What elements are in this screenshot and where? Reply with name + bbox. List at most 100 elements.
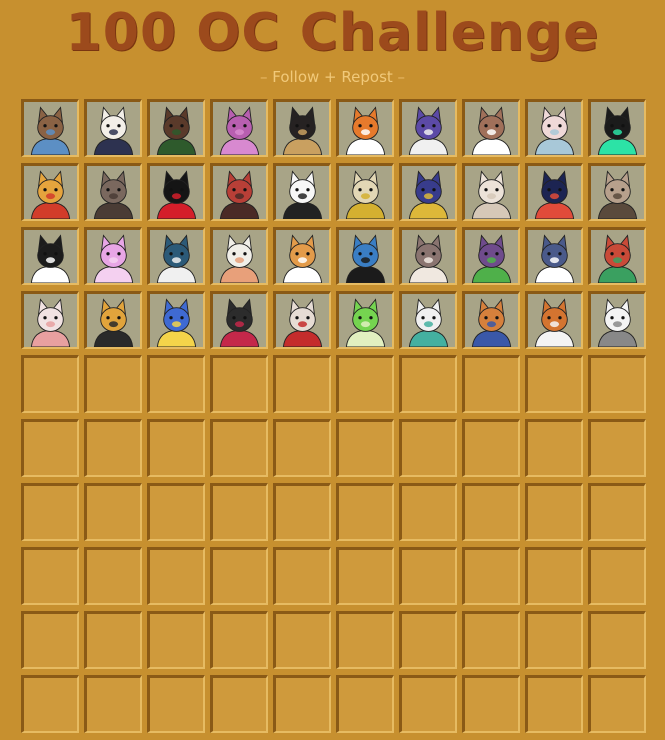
empty-slot xyxy=(210,483,268,541)
oc-portrait-10 xyxy=(588,99,646,157)
empty-slot xyxy=(147,419,205,477)
oc-portrait-8 xyxy=(462,99,520,157)
empty-slot xyxy=(21,675,79,733)
empty-slot xyxy=(336,483,394,541)
empty-slot xyxy=(525,611,583,669)
empty-slot xyxy=(21,611,79,669)
subtitle-text: Follow + Repost xyxy=(272,68,393,86)
character-portrait-icon xyxy=(345,298,386,347)
character-portrait-icon xyxy=(219,106,260,155)
character-portrait-icon xyxy=(471,170,512,219)
empty-slot xyxy=(21,547,79,605)
character-portrait-icon xyxy=(93,170,134,219)
empty-slot xyxy=(336,611,394,669)
oc-portrait-19 xyxy=(525,163,583,221)
oc-portrait-39 xyxy=(525,291,583,349)
oc-portrait-11 xyxy=(21,163,79,221)
oc-portrait-4 xyxy=(210,99,268,157)
oc-portrait-15 xyxy=(273,163,331,221)
oc-portrait-31 xyxy=(21,291,79,349)
empty-slot xyxy=(336,547,394,605)
oc-portrait-23 xyxy=(147,227,205,285)
oc-portrait-21 xyxy=(21,227,79,285)
empty-slot xyxy=(588,611,646,669)
character-portrait-icon xyxy=(93,298,134,347)
oc-portrait-9 xyxy=(525,99,583,157)
character-portrait-icon xyxy=(156,106,197,155)
oc-portrait-29 xyxy=(525,227,583,285)
oc-portrait-17 xyxy=(399,163,457,221)
empty-slot xyxy=(588,547,646,605)
empty-slot xyxy=(588,355,646,413)
character-portrait-icon xyxy=(408,234,449,283)
empty-slot xyxy=(525,675,583,733)
empty-slot xyxy=(210,419,268,477)
oc-portrait-35 xyxy=(273,291,331,349)
character-portrait-icon xyxy=(30,298,71,347)
empty-slot xyxy=(273,547,331,605)
empty-slot xyxy=(336,419,394,477)
page-subtitle: – Follow + Repost – xyxy=(259,68,406,86)
character-portrait-icon xyxy=(345,106,386,155)
character-portrait-icon xyxy=(93,106,134,155)
empty-slot xyxy=(336,675,394,733)
character-portrait-icon xyxy=(408,106,449,155)
character-portrait-icon xyxy=(282,106,323,155)
character-portrait-icon xyxy=(408,170,449,219)
empty-slot xyxy=(399,419,457,477)
oc-portrait-26 xyxy=(336,227,394,285)
empty-slot xyxy=(84,675,142,733)
oc-portrait-22 xyxy=(84,227,142,285)
oc-portrait-6 xyxy=(336,99,394,157)
empty-slot xyxy=(21,355,79,413)
character-portrait-icon xyxy=(282,234,323,283)
character-portrait-icon xyxy=(597,298,638,347)
empty-slot xyxy=(273,675,331,733)
character-portrait-icon xyxy=(156,234,197,283)
character-portrait-icon xyxy=(30,170,71,219)
character-portrait-icon xyxy=(534,170,575,219)
oc-portrait-12 xyxy=(84,163,142,221)
empty-slot xyxy=(210,675,268,733)
character-portrait-icon xyxy=(282,298,323,347)
character-portrait-icon xyxy=(345,170,386,219)
empty-slot xyxy=(147,547,205,605)
empty-slot xyxy=(462,419,520,477)
empty-slot xyxy=(210,547,268,605)
character-portrait-icon xyxy=(282,170,323,219)
oc-portrait-14 xyxy=(210,163,268,221)
empty-slot xyxy=(273,483,331,541)
oc-portrait-5 xyxy=(273,99,331,157)
character-portrait-icon xyxy=(471,234,512,283)
empty-slot xyxy=(336,355,394,413)
character-portrait-icon xyxy=(471,106,512,155)
oc-portrait-32 xyxy=(84,291,142,349)
oc-portrait-36 xyxy=(336,291,394,349)
empty-slot xyxy=(147,675,205,733)
empty-slot xyxy=(525,419,583,477)
oc-portrait-28 xyxy=(462,227,520,285)
empty-slot xyxy=(462,611,520,669)
oc-portrait-13 xyxy=(147,163,205,221)
empty-slot xyxy=(21,483,79,541)
character-portrait-icon xyxy=(30,106,71,155)
oc-portrait-16 xyxy=(336,163,394,221)
oc-portrait-18 xyxy=(462,163,520,221)
character-portrait-icon xyxy=(345,234,386,283)
oc-portrait-40 xyxy=(588,291,646,349)
empty-slot xyxy=(462,547,520,605)
oc-portrait-30 xyxy=(588,227,646,285)
oc-portrait-7 xyxy=(399,99,457,157)
empty-slot xyxy=(84,419,142,477)
oc-portrait-3 xyxy=(147,99,205,157)
oc-portrait-33 xyxy=(147,291,205,349)
oc-portrait-24 xyxy=(210,227,268,285)
character-portrait-icon xyxy=(156,170,197,219)
empty-slot xyxy=(399,355,457,413)
empty-slot xyxy=(399,547,457,605)
empty-slot xyxy=(525,547,583,605)
empty-slot xyxy=(84,483,142,541)
page-title: 100 OC Challenge xyxy=(65,3,600,63)
character-portrait-icon xyxy=(534,106,575,155)
empty-slot xyxy=(21,419,79,477)
